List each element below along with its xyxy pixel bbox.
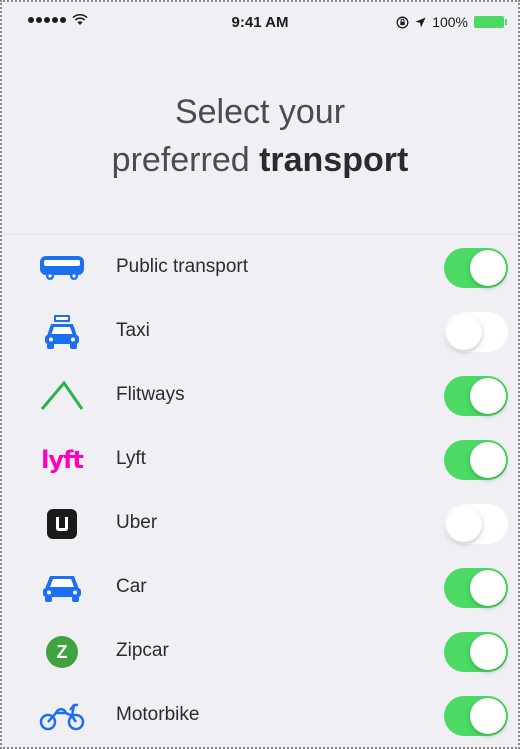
flitways-toggle[interactable] (444, 376, 508, 416)
zipcar-logo-text: Z (46, 636, 78, 668)
transport-row-car: Car (2, 556, 518, 620)
title-line-2: preferred transport (2, 136, 518, 184)
toggle-knob (470, 250, 506, 286)
transport-row-public-transport: Public transport (2, 236, 518, 300)
toggle-knob (446, 506, 482, 542)
uber-toggle[interactable] (444, 504, 508, 544)
status-bar: 9:41 AM 100% (2, 2, 518, 42)
uber-logo-icon (38, 504, 86, 544)
transport-label: Flitways (116, 384, 185, 405)
battery-percent: 100% (432, 14, 468, 30)
toggle-knob (470, 698, 506, 734)
transport-row-motorbike: Motorbike (2, 684, 518, 747)
status-right: 100% (396, 14, 507, 30)
title-line-1: Select your (174, 93, 346, 131)
transport-row-taxi: Taxi (2, 300, 518, 364)
car-toggle[interactable] (444, 568, 508, 608)
location-arrow-icon (415, 17, 426, 27)
lyft-logo-text: lyft (41, 446, 84, 474)
orientation-lock-icon (396, 16, 409, 28)
transport-row-flitways: Flitways (2, 364, 518, 428)
toggle-knob (470, 442, 506, 478)
motorbike-icon (38, 696, 86, 736)
flitways-logo-icon (38, 376, 86, 416)
lyft-toggle[interactable] (444, 440, 508, 480)
car-icon (38, 568, 86, 608)
motorbike-toggle[interactable] (444, 696, 508, 736)
toggle-knob (470, 378, 506, 414)
transport-row-uber: Uber (2, 492, 518, 556)
page-title: Select your preferred transport (2, 88, 518, 184)
title-strong: transport (259, 141, 409, 179)
toggle-knob (470, 570, 506, 606)
transport-list: Public transport Taxi Flitways lyft Lyft… (2, 236, 518, 747)
toggle-knob (470, 634, 506, 670)
taxi-toggle[interactable] (444, 312, 508, 352)
transport-label: Motorbike (116, 704, 200, 725)
title-prefix: preferred (111, 141, 260, 179)
transport-label: Lyft (116, 448, 146, 469)
taxi-icon (38, 312, 86, 352)
transport-label: Zipcar (116, 640, 169, 661)
transport-row-lyft: lyft Lyft (2, 428, 518, 492)
list-divider (2, 234, 518, 235)
lyft-logo-icon: lyft (38, 440, 86, 480)
transport-label: Uber (116, 512, 158, 533)
battery-icon (474, 16, 507, 28)
bus-icon (38, 248, 86, 288)
transport-row-zipcar: Z Zipcar (2, 620, 518, 684)
public-transport-toggle[interactable] (444, 248, 508, 288)
transport-label: Taxi (116, 320, 150, 341)
transport-label: Public transport (116, 256, 249, 277)
app-screen: 9:41 AM 100% Select your preferred trans… (0, 0, 520, 749)
toggle-knob (446, 314, 482, 350)
zipcar-logo-icon: Z (38, 632, 86, 672)
zipcar-toggle[interactable] (444, 632, 508, 672)
transport-label: Car (116, 576, 147, 597)
